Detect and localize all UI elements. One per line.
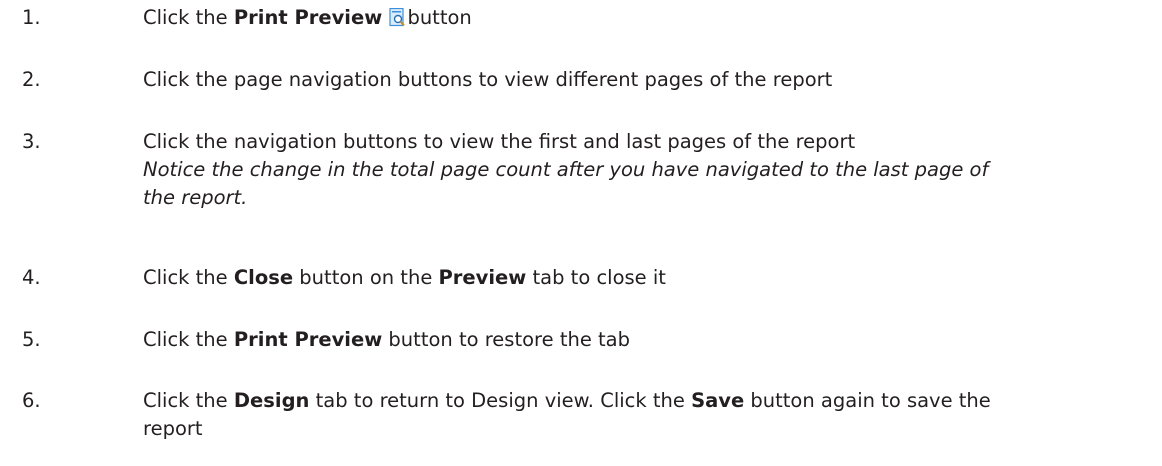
step-text: Click the Print Preview button bbox=[143, 4, 1133, 32]
step-text-block: Click the Design tab to return to Design… bbox=[143, 387, 1133, 443]
step-text: Click the navigation buttons to view the… bbox=[143, 130, 856, 153]
step-number: 5. bbox=[22, 328, 41, 351]
step-text-part: button on the bbox=[293, 266, 439, 289]
step-text-line-2: report bbox=[143, 417, 203, 440]
step-text: Click the Close button on the Preview ta… bbox=[143, 264, 1133, 292]
print-preview-label: Print Preview bbox=[233, 6, 383, 29]
step-text-part: Click the bbox=[143, 266, 234, 289]
step-note-line-1: Notice the change in the total page coun… bbox=[143, 158, 989, 181]
step-text-part: Click the bbox=[143, 389, 234, 412]
step-note-line-2: the report. bbox=[143, 186, 248, 209]
step-number: 1. bbox=[22, 6, 41, 29]
step-text-part: tab to close it bbox=[526, 266, 666, 289]
step-text: Click the Print Preview button to restor… bbox=[143, 326, 1133, 354]
close-label: Close bbox=[233, 266, 294, 289]
preview-tab-label: Preview bbox=[438, 266, 527, 289]
step-text-part: button to restore the tab bbox=[382, 328, 631, 351]
step-number: 4. bbox=[22, 266, 41, 289]
step-text-part: tab to return to Design view. Click the bbox=[309, 389, 692, 412]
step-text-block: Click the navigation buttons to view the… bbox=[143, 128, 1133, 212]
step-number: 2. bbox=[22, 68, 41, 91]
step-text: Click the page navigation buttons to vie… bbox=[143, 68, 833, 91]
design-tab-label: Design bbox=[233, 389, 310, 412]
step-text-part: button bbox=[407, 6, 472, 29]
save-label: Save bbox=[691, 389, 745, 412]
step-text-part: button again to save the bbox=[744, 389, 991, 412]
step-number: 3. bbox=[22, 130, 41, 153]
instruction-steps: 1. Click the Print Preview button 2. Cli… bbox=[0, 0, 1162, 466]
step-text-part: Click the bbox=[143, 6, 234, 29]
step-text: Click the Design tab to return to Design… bbox=[143, 387, 1133, 415]
print-preview-icon bbox=[389, 7, 406, 27]
step-text-part: Click the bbox=[143, 328, 234, 351]
print-preview-label: Print Preview bbox=[233, 328, 383, 351]
step-number: 6. bbox=[22, 389, 41, 412]
